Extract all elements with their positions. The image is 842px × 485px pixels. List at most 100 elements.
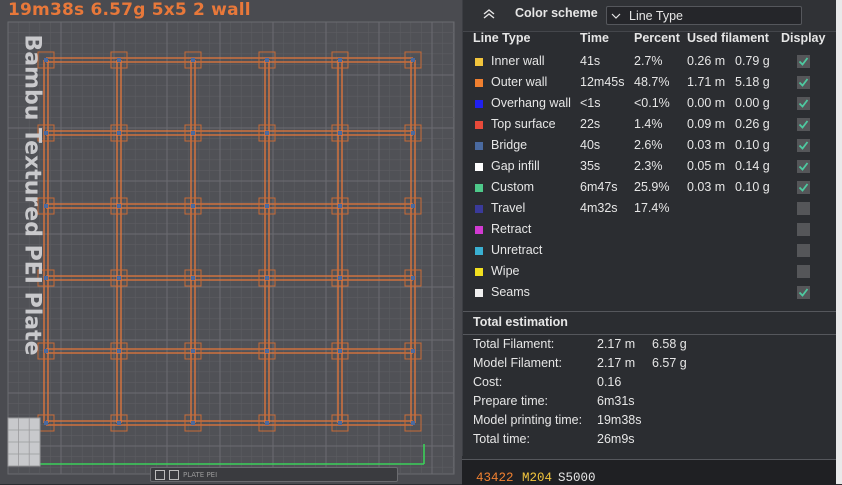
line-type-time: 35s (580, 159, 601, 173)
line-type-weight: 0.26 g (735, 117, 770, 131)
line-type-length: 0.09 m (687, 117, 726, 131)
line-type-time: 4m32s (580, 201, 618, 215)
line-type-length: 0.03 m (687, 138, 726, 152)
checkmark-icon (798, 99, 809, 108)
bridge-mark (191, 131, 195, 135)
bridge-mark (411, 204, 415, 208)
line-type-row: Gap infill 35s 2.3% 0.05 m 0.14 g (463, 156, 837, 177)
bridge-mark (338, 58, 342, 62)
bridge-mark (191, 58, 195, 62)
checkmark-icon (798, 57, 809, 66)
line-type-weight: 0.10 g (735, 138, 770, 152)
line-type-label: Overhang wall (491, 96, 571, 110)
total-value: 2.17 m (597, 356, 636, 370)
line-type-weight: 0.00 g (735, 96, 770, 110)
bridge-mark (117, 276, 121, 280)
line-type-label: Gap infill (491, 159, 540, 173)
color-swatch (475, 163, 483, 171)
total-key: Model Filament: (473, 356, 562, 370)
line-type-label: Outer wall (491, 75, 548, 89)
line-type-length: 0.26 m (687, 54, 726, 68)
line-type-label: Retract (491, 222, 532, 236)
line-type-weight: 0.14 g (735, 159, 770, 173)
line-type-percent: 2.6% (634, 138, 663, 152)
bridge-mark (117, 421, 121, 425)
header-used-filament: Used filament (687, 31, 769, 45)
line-type-row: Unretract (463, 240, 837, 261)
checkmark-icon (798, 78, 809, 87)
display-checkbox[interactable] (797, 118, 810, 131)
line-type-row: Top surface 22s 1.4% 0.09 m 0.26 g (463, 114, 837, 135)
bridge-mark (44, 421, 48, 425)
total-value-secondary: 6.58 g (652, 337, 687, 351)
color-scheme-dropdown[interactable]: Line Type (606, 6, 802, 25)
line-type-time: 6m47s (580, 180, 618, 194)
line-type-length: 0.05 m (687, 159, 726, 173)
window-edge (836, 0, 842, 484)
total-key: Total Filament: (473, 337, 555, 351)
color-swatch (475, 100, 483, 108)
line-type-weight: 0.10 g (735, 180, 770, 194)
panel-header: Color scheme Line Type (463, 0, 837, 32)
section-divider (463, 334, 837, 335)
legend-panel: Color scheme Line Type Line Type Time Pe… (462, 0, 837, 456)
display-checkbox[interactable] (797, 55, 810, 68)
bridge-mark (265, 349, 269, 353)
gcode-command: M204 (522, 471, 553, 485)
display-checkbox[interactable] (797, 139, 810, 152)
line-type-percent: 48.7% (634, 75, 670, 89)
section-divider (463, 311, 837, 312)
color-swatch (475, 289, 483, 297)
color-swatch (475, 184, 483, 192)
display-checkbox[interactable] (797, 265, 810, 278)
display-checkbox[interactable] (797, 181, 810, 194)
line-type-label: Seams (491, 285, 530, 299)
bridge-mark (191, 204, 195, 208)
checkmark-icon (798, 162, 809, 171)
line-type-time: 12m45s (580, 75, 625, 89)
plate-icon[interactable] (155, 469, 165, 480)
total-key: Cost: (473, 375, 503, 389)
lock-icon[interactable] (169, 469, 179, 480)
display-checkbox[interactable] (797, 223, 810, 236)
bridge-mark (191, 276, 195, 280)
bridge-mark (117, 131, 121, 135)
line-type-label: Inner wall (491, 54, 545, 68)
plate-toolbar[interactable]: PLATE PEI (150, 467, 398, 482)
line-type-percent: 2.3% (634, 159, 663, 173)
plate-name-text: Bambu Textured PEI Plate (19, 34, 45, 356)
line-type-row: Wipe (463, 261, 837, 282)
header-time: Time (580, 31, 609, 45)
line-type-row: Custom 6m47s 25.9% 0.03 m 0.10 g (463, 177, 837, 198)
total-value: 26m9s (597, 432, 635, 446)
gcode-line-number: 43422 (476, 471, 514, 485)
display-checkbox[interactable] (797, 160, 810, 173)
total-value: 6m31s (597, 394, 635, 408)
collapse-chevrons-icon[interactable] (481, 6, 497, 22)
plate-grid (7, 21, 455, 475)
line-type-row: Outer wall 12m45s 48.7% 1.71 m 5.18 g (463, 72, 837, 93)
display-checkbox[interactable] (797, 202, 810, 215)
display-checkbox[interactable] (797, 286, 810, 299)
header-display: Display (781, 31, 826, 45)
plate-bed (7, 21, 455, 475)
display-checkbox[interactable] (797, 97, 810, 110)
display-checkbox[interactable] (797, 76, 810, 89)
color-swatch (475, 268, 483, 276)
checkmark-icon (798, 120, 809, 129)
bridge-mark (117, 58, 121, 62)
display-checkbox[interactable] (797, 244, 810, 257)
total-estimation-title: Total estimation (473, 315, 568, 329)
chevron-down-icon (611, 13, 621, 19)
line-type-percent: 17.4% (634, 201, 670, 215)
color-swatch (475, 247, 483, 255)
header-percent: Percent (634, 31, 680, 45)
bridge-mark (338, 421, 342, 425)
3d-viewport[interactable]: 19m38s 6.57g 5x5 2 wall Bambu Textured P… (0, 0, 462, 484)
color-scheme-value: Line Type (629, 9, 683, 23)
line-type-row: Retract (463, 219, 837, 240)
line-type-percent: 25.9% (634, 180, 670, 194)
line-type-row: Seams (463, 282, 837, 303)
line-type-percent: 1.4% (634, 117, 663, 131)
bridge-mark (338, 349, 342, 353)
